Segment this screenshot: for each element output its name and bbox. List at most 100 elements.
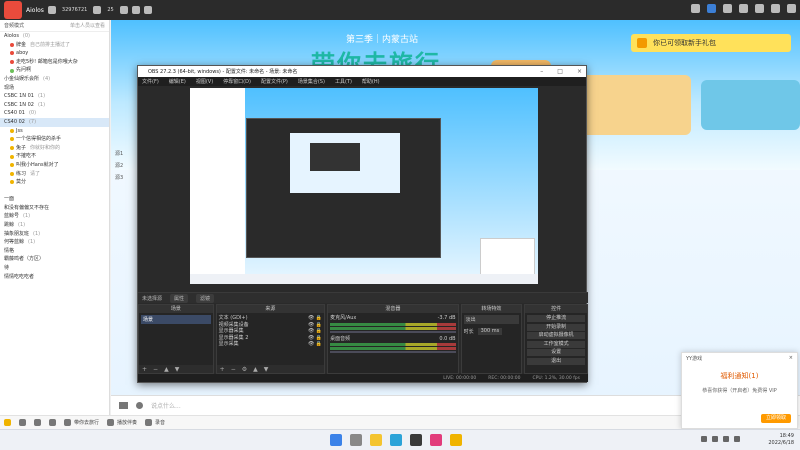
folder-icon[interactable] — [370, 434, 382, 446]
transition-select[interactable]: 淡出 — [463, 315, 520, 324]
channel-row[interactable]: Jss — [0, 127, 109, 136]
channel-row[interactable]: CS40 01 (0) — [0, 109, 109, 118]
tool-item[interactable]: 播放伴奏 — [107, 419, 137, 426]
channel-row[interactable]: 霸藤鸣者（方区） — [0, 255, 109, 264]
speaker-icon[interactable] — [34, 419, 41, 426]
volume-slider[interactable] — [330, 330, 456, 333]
tool-item[interactable]: 带你去旅行 — [64, 419, 99, 426]
add-icon[interactable]: + — [142, 366, 147, 373]
search-icon[interactable] — [350, 434, 362, 446]
filters-button[interactable]: 滤镜 — [196, 293, 215, 303]
share-icon[interactable] — [143, 6, 152, 14]
edge-icon[interactable] — [390, 434, 402, 446]
remove-icon[interactable]: − — [231, 366, 236, 373]
channel-row[interactable]: 抽象朋友班 (1) — [0, 230, 109, 239]
obs-menu-item[interactable]: 配置文件(P) — [261, 78, 288, 85]
clock[interactable]: 18:49 2022/6/18 — [768, 433, 794, 447]
channel-row[interactable]: 牌金 自己前排主播过了 — [0, 41, 109, 50]
channel-row[interactable]: 走吃5秒! 邮箱包是你哦大杂 — [0, 58, 109, 67]
channel-row[interactable]: CSBC 1N 01 (1) — [0, 92, 109, 101]
yy-icon[interactable] — [4, 419, 11, 426]
gift-banner[interactable]: 你已可领取新手礼包 — [631, 34, 791, 52]
minimize-icon[interactable] — [755, 4, 764, 13]
channel-row[interactable]: 兔子 你就好和你的 — [0, 144, 109, 153]
shirt-icon[interactable] — [723, 4, 732, 13]
claim-button[interactable]: 立即领取 — [761, 414, 791, 423]
control-button[interactable]: 启动虚拟摄像机 — [527, 332, 585, 339]
remove-icon[interactable]: − — [153, 366, 158, 373]
channel-row[interactable]: 现场 — [0, 84, 109, 93]
channel-row[interactable]: 蓝鲸号 (1) — [0, 212, 109, 221]
channel-row[interactable]: CS40 02 (7) — [0, 117, 109, 127]
channel-row[interactable]: 何等蓝鲸 (1) — [0, 238, 109, 247]
obs-menu-item[interactable]: 帮助(H) — [362, 78, 380, 85]
maximize-icon[interactable] — [771, 4, 780, 13]
visibility-lock-icon[interactable]: 👁 🔒 — [308, 341, 322, 348]
channel-row[interactable]: 跳鲸 (1) — [0, 221, 109, 230]
channel-row[interactable] — [0, 187, 109, 196]
control-button[interactable]: 设置 — [527, 349, 585, 356]
channel-row[interactable]: 莫分 — [0, 178, 109, 187]
add-icon[interactable]: + — [220, 366, 225, 373]
tool-item[interactable]: 录音 — [145, 419, 165, 426]
settings-icon[interactable] — [119, 6, 128, 14]
duration-input[interactable]: 300 ms — [477, 328, 503, 335]
control-button[interactable]: 停止推流 — [527, 315, 585, 322]
mic-icon[interactable] — [712, 436, 718, 442]
emoji-icon[interactable] — [136, 402, 143, 409]
username[interactable]: Aiolos — [26, 7, 44, 14]
scene-item[interactable]: 场景 — [141, 315, 211, 324]
up-icon[interactable]: ▲ — [253, 366, 258, 373]
channel-row[interactable]: 一面 — [0, 195, 109, 204]
gamepad-icon[interactable] — [119, 402, 128, 409]
up-icon[interactable]: ▲ — [164, 366, 169, 373]
app-icon[interactable] — [430, 434, 442, 446]
channel-row[interactable]: Aiolos (0) — [0, 32, 109, 41]
control-button[interactable]: 退出 — [527, 357, 585, 365]
close-icon[interactable]: × — [789, 355, 793, 361]
channel-row[interactable]: 叫我小Hans就对了 — [0, 161, 109, 170]
obs-menu-item[interactable]: 文件(F) — [142, 78, 159, 85]
channel-row[interactable]: 一个信得相信的杀手 — [0, 135, 109, 144]
yy-icon[interactable] — [450, 434, 462, 446]
settings-icon[interactable] — [49, 419, 56, 426]
channel-row[interactable]: aboy — [0, 49, 109, 58]
video-icon[interactable] — [691, 4, 700, 13]
channel-row[interactable]: 练习 请了 — [0, 170, 109, 179]
game-icon[interactable] — [739, 4, 748, 13]
down-icon[interactable]: ▼ — [175, 366, 180, 373]
obs-icon[interactable] — [410, 434, 422, 446]
channel-row[interactable]: 小金仙娱乐会所 (4) — [0, 75, 109, 84]
obs-preview[interactable] — [190, 88, 538, 284]
obs-menu-item[interactable]: 停靠窗口(D) — [223, 78, 251, 85]
channel-row[interactable]: 情情吃吃吃者 — [0, 273, 109, 282]
channel-row[interactable]: 先问啊 — [0, 66, 109, 75]
mic-icon[interactable] — [19, 419, 26, 426]
obs-menu-item[interactable]: 编辑(E) — [169, 78, 186, 85]
channel-row[interactable]: 待 — [0, 264, 109, 273]
obs-menu-item[interactable]: 场景集合(S) — [298, 78, 325, 85]
start-icon[interactable] — [330, 434, 342, 446]
channel-row[interactable]: 情格 — [0, 247, 109, 256]
obs-menu-item[interactable]: 视图(V) — [196, 78, 213, 85]
control-button[interactable]: 工作室模式 — [527, 340, 585, 348]
mail-icon[interactable] — [131, 6, 140, 14]
mode-label[interactable]: 音频模式 — [4, 22, 24, 29]
chevron-up-icon[interactable] — [701, 436, 707, 442]
channel-row[interactable]: 不摧吃不 — [0, 152, 109, 161]
close-icon[interactable] — [787, 4, 796, 13]
down-icon[interactable]: ▼ — [264, 366, 269, 373]
home-icon[interactable] — [707, 4, 716, 13]
volume-slider[interactable] — [330, 351, 456, 353]
control-button[interactable]: 开始录制 — [527, 323, 585, 331]
obs-window[interactable]: OBS 27.2.3 (64-bit, windows) - 配置文件: 未命名… — [137, 65, 588, 383]
channel-row[interactable]: 和没有偏偏又不存在 — [0, 204, 109, 213]
chat-input[interactable]: 说点什么... — [151, 401, 181, 410]
obs-menu-item[interactable]: 工具(T) — [335, 78, 352, 85]
properties-button[interactable]: 属性 — [170, 293, 189, 303]
source-item[interactable]: 显示采集 👁 🔒 — [219, 341, 323, 348]
maximize-icon[interactable]: □ — [557, 68, 563, 75]
minimize-icon[interactable]: – — [540, 68, 543, 75]
volume-icon[interactable] — [734, 436, 740, 442]
channel-row[interactable]: CSBC 1N 02 (1) — [0, 101, 109, 110]
